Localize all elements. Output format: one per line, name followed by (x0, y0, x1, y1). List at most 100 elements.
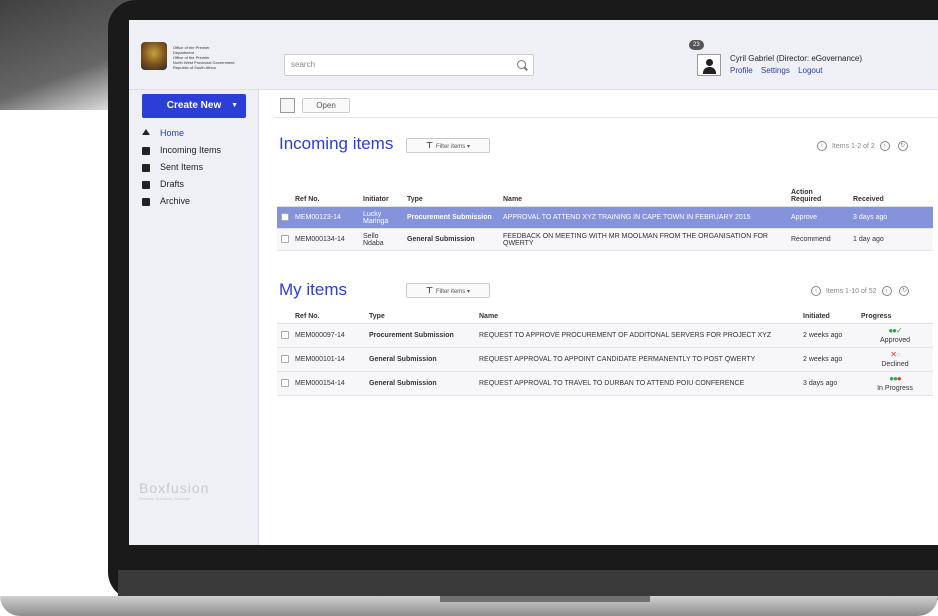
refresh-icon[interactable]: ↻ (899, 286, 910, 296)
filter-icon: ⊤ (426, 286, 433, 295)
pager-text: Items 1-2 of 2 (831, 142, 875, 150)
status-text: In Progress (877, 385, 913, 392)
column-header[interactable]: Type (365, 310, 475, 324)
column-header[interactable]: Action Required (787, 186, 849, 207)
column-header[interactable]: Name (475, 310, 799, 324)
table-row[interactable]: MEM000154-14 General Submission REQUEST … (277, 371, 933, 396)
refresh-icon[interactable]: ↻ (897, 141, 908, 151)
checkbox[interactable] (281, 234, 289, 243)
column-header[interactable]: Initiated (799, 310, 857, 324)
brand-tagline: Process, Solutions, Software (139, 496, 191, 501)
inbox-icon (142, 147, 150, 155)
row-select[interactable] (277, 206, 291, 229)
action-cell: Approve (787, 206, 849, 229)
progress-cell: ✕○ Declined (857, 347, 933, 372)
ref-cell: MEM000134-14 (291, 228, 359, 251)
name-cell: FEEDBACK ON MEETING WITH MR MOOLMAN FROM… (499, 228, 787, 251)
incoming-items-title: Incoming items (279, 134, 394, 153)
filter-icon: ⊤ (426, 141, 433, 150)
pager-text: Items 1-10 of 52 (825, 287, 877, 295)
laptop-hinge (440, 596, 650, 602)
my-items-table: Ref No. Type Name Initiated Progress MEM… (277, 310, 933, 396)
name-cell: REQUEST APPROVAL TO APPOINT CANDIDATE PE… (475, 347, 799, 372)
checkbox[interactable] (281, 354, 289, 363)
sidebar-item-archive[interactable]: Archive (142, 196, 221, 209)
app-screen: Office of the Premier Department Office … (129, 20, 938, 545)
initiated-cell: 2 weeks ago (799, 323, 857, 348)
received-cell: 3 days ago (849, 206, 933, 229)
my-items-pager: ‹ Items 1-10 of 52 › ↻ (808, 286, 912, 296)
sidebar-item-incoming[interactable]: Incoming Items (142, 145, 221, 158)
row-select[interactable] (277, 371, 291, 396)
incoming-filter-button[interactable]: ⊤ Filter items ▾ (406, 138, 490, 153)
brand-logo: Boxfusion Process, Solutions, Software (139, 480, 209, 501)
create-new-button[interactable]: Create New ▼ (142, 94, 246, 118)
column-header[interactable]: Progress (857, 310, 933, 324)
progress-cell: ●●✓ Approved (857, 323, 933, 348)
table-header: Ref No. Type Name Initiated Progress (277, 310, 933, 324)
sidebar-nav: Home Incoming Items Sent Items Drafts Ar… (142, 128, 221, 213)
status-text: Approved (880, 337, 910, 344)
prev-page-icon[interactable]: ‹ (811, 286, 821, 296)
column-header[interactable]: Type (403, 186, 499, 207)
checkbox[interactable] (281, 212, 289, 221)
type-cell: General Submission (365, 371, 475, 396)
ref-cell: MEM000101-14 (291, 347, 365, 372)
home-icon (142, 129, 150, 135)
checkbox[interactable] (281, 378, 289, 387)
logout-link[interactable]: Logout (798, 66, 822, 75)
open-button[interactable]: Open (302, 98, 350, 113)
prev-page-icon[interactable]: ‹ (817, 141, 827, 151)
name-cell: REQUEST TO APPROVE PROCUREMENT OF ADDITO… (475, 323, 799, 348)
profile-link[interactable]: Profile (730, 66, 753, 75)
notification-badge[interactable]: 23 (689, 40, 704, 50)
table-row[interactable]: MEM000101-14 General Submission REQUEST … (277, 347, 933, 372)
search-icon[interactable] (517, 60, 526, 69)
select-column (277, 310, 291, 324)
row-select[interactable] (277, 347, 291, 372)
row-select[interactable] (277, 228, 291, 251)
sidebar-item-label: Home (160, 128, 185, 138)
avatar[interactable] (697, 54, 721, 76)
organisation-logo[interactable]: Office of the Premier Department Office … (141, 42, 251, 70)
initiated-cell: 2 weeks ago (799, 347, 857, 372)
incoming-pager: ‹ Items 1-2 of 2 › ↻ (814, 141, 911, 151)
progress-cell: ●●● In Progress (857, 371, 933, 396)
search-input[interactable]: search (284, 54, 534, 76)
filter-label: Filter items (435, 289, 466, 295)
sidebar-item-home[interactable]: Home (142, 128, 221, 141)
type-cell: General Submission (403, 228, 499, 251)
table-row[interactable]: MEM000134-14 Sello Ndaba General Submiss… (277, 228, 933, 251)
app-header: Office of the Premier Department Office … (129, 20, 938, 90)
row-select[interactable] (277, 323, 291, 348)
ref-cell: MEM00123-14 (291, 206, 359, 229)
sidebar-item-label: Drafts (160, 179, 185, 189)
column-header[interactable]: Received (849, 186, 933, 207)
next-page-icon[interactable]: › (881, 286, 892, 296)
table-header: Ref No. Initiator Type Name Action Requi… (277, 186, 933, 207)
sidebar-item-drafts[interactable]: Drafts (142, 179, 221, 192)
checkbox[interactable] (281, 330, 289, 339)
table-row[interactable]: MEM00123-14 Lucky Maringa Procurement Su… (277, 206, 933, 229)
type-cell: General Submission (365, 347, 475, 372)
logo-text: Office of the Premier Department Office … (173, 45, 235, 70)
initiator-cell: Sello Ndaba (359, 228, 403, 251)
toolbar: Open (274, 94, 938, 118)
settings-link[interactable]: Settings (761, 66, 790, 75)
declined-icon: ✕○ (890, 350, 901, 359)
column-header[interactable]: Name (499, 186, 787, 207)
type-cell: Procurement Submission (365, 323, 475, 348)
next-page-icon[interactable]: › (879, 141, 890, 151)
progress-dots-icon: ●●✓ (888, 326, 902, 335)
sidebar-item-sent[interactable]: Sent Items (142, 162, 221, 175)
sidebar-item-label: Sent Items (160, 162, 204, 172)
archive-icon (142, 198, 150, 206)
laptop-bezel-bottom (118, 570, 938, 596)
table-row[interactable]: MEM000097-14 Procurement Submission REQU… (277, 323, 933, 348)
column-header[interactable]: Ref No. (291, 310, 365, 324)
column-header[interactable]: Ref No. (291, 186, 359, 207)
my-items-filter-button[interactable]: ⊤ Filter items ▾ (406, 283, 490, 298)
column-header[interactable]: Initiator (359, 186, 403, 207)
collapse-icon[interactable] (280, 98, 295, 113)
main-content: Open Incoming items ⊤ Filter items ▾ ‹ It… (274, 90, 938, 545)
